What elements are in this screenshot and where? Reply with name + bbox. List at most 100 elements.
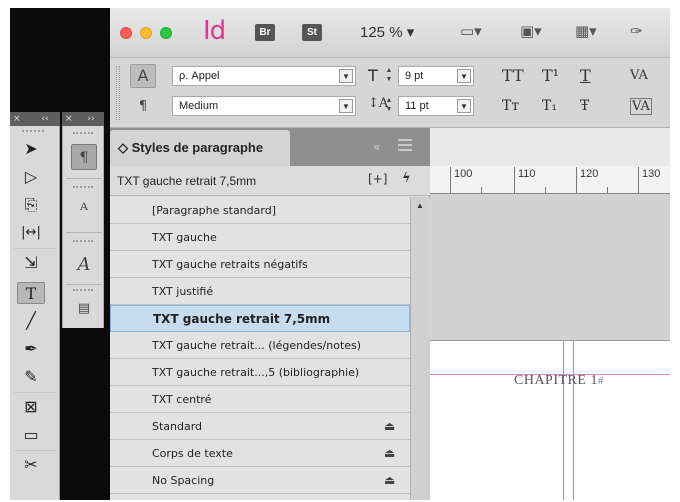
ruler-label: 120 [580,168,599,180]
all-caps-button[interactable]: TT [502,66,524,85]
strikethrough-button[interactable]: Ŧ [580,98,589,114]
expand-icon[interactable]: ‹‹ [41,114,48,124]
imported-style-icon: ⏏ [384,494,395,500]
style-name: TXT gauche [152,231,217,244]
font-size-field[interactable]: 9 pt ▼ [398,66,474,86]
indesign-window: Id Br St 125 % ▾ ▭▾ ▣▾ ▦▾ ✑ A ¶ ρ. Appel… [10,8,670,500]
list-item[interactable]: [Paragraphe standard] [110,197,410,224]
list-item[interactable]: TXT centré [110,386,410,413]
style-name: Standard [152,420,203,433]
arrange-documents-icon[interactable]: ▦▾ [575,22,597,42]
scroll-up-icon[interactable]: ▲ [416,201,424,210]
close-icon[interactable]: × [65,114,73,124]
paragraph-formatting-mode-button[interactable]: ¶ [130,96,156,120]
line-tool-icon[interactable]: ╱ [17,310,45,332]
pen-tool-icon[interactable]: ✒ [17,338,45,360]
font-style-field[interactable]: Medium ▼ [172,96,356,116]
window-zoom-button[interactable] [160,27,172,39]
list-item[interactable]: TXT gauche retrait...,5 (bibliographie) [110,359,410,386]
collapse-panel-icon[interactable]: « [373,140,380,154]
screen-mode-icon[interactable]: ▣▾ [520,22,542,42]
rectangle-frame-tool-icon[interactable]: ⊠ [17,396,45,418]
toolbox-header[interactable]: × ‹‹ [10,112,60,126]
list-item[interactable]: Standard ⏏ [110,413,410,440]
selection-tool-icon[interactable]: ➤ [17,138,45,160]
tracking-field[interactable]: VA [630,98,652,115]
style-name: TXT justifié [152,285,214,298]
content-collector-icon[interactable]: ⇲ [17,252,45,274]
scissors-tool-icon[interactable]: ✂ [17,454,45,476]
clear-overrides-icon[interactable]: ϟ [402,171,411,186]
character-styles-icon[interactable]: ᴬ [71,198,97,224]
toolbox-grip[interactable] [22,130,44,132]
glyphs-icon[interactable]: A [71,252,97,278]
document-tab-strip [430,128,670,166]
imported-style-icon: ⏏ [384,473,396,487]
chevron-down-icon[interactable]: ▼ [457,69,471,83]
kerning-field[interactable]: VA [630,68,648,83]
list-item[interactable]: TXT gauche retrait 7,5mm [110,305,410,332]
font-size-value: 9 pt [405,70,424,82]
tool-separator [14,450,56,451]
control-panel-grip[interactable] [116,66,120,120]
list-item[interactable]: Corps de texte ⏏ [110,440,410,467]
dock-grip[interactable] [73,186,93,188]
close-icon[interactable]: × [13,114,21,124]
view-options-icon[interactable]: ▭▾ [460,22,482,42]
style-name: Corps de texte [152,447,233,460]
bridge-button[interactable]: Br [255,24,275,41]
leading-stepper[interactable]: ▲ ▼ [384,96,394,116]
column-guide [563,340,564,500]
paragraph-styles-icon[interactable]: ¶ [71,144,97,170]
rectangle-tool-icon[interactable]: ▭ [17,424,45,446]
font-size-stepper[interactable]: ▲ ▼ [384,66,394,86]
small-caps-button[interactable]: Tт [502,98,519,114]
window-close-button[interactable] [120,27,132,39]
ruler-label: 130 [642,168,661,180]
style-name: TXT centré [152,393,212,406]
list-item[interactable]: No Spacing ⏏ [110,467,410,494]
tab-paragraph-styles[interactable]: ◇ Styles de paragraphe [110,130,290,166]
dock-grip[interactable] [73,240,93,242]
list-item[interactable]: TXT justifié [110,278,410,305]
chapter-heading-text[interactable]: CHAPITRE 1# [514,373,604,389]
list-item[interactable]: Sans interligne1⏏ [110,494,410,500]
panel-menu-icon[interactable] [398,139,412,154]
horizontal-ruler[interactable]: 100 110 120 130 [430,166,670,194]
list-item[interactable]: TXT gauche retrait... (légendes/notes) [110,332,410,359]
subscript-button[interactable]: T₁ [542,98,557,114]
gap-tool-icon[interactable]: |↔| [17,222,45,244]
type-tool-icon[interactable]: T [17,282,45,304]
pasteboard[interactable] [430,194,670,340]
window-minimize-button[interactable] [140,27,152,39]
control-panel: A ¶ ρ. Appel ▼ Medium ▼ 𝖳 ▲ ▼ 9 pt ▼ ↕A ▲… [110,58,670,128]
dock-grip[interactable] [73,289,93,291]
chevron-down-icon[interactable]: ▼ [457,99,471,113]
stock-button[interactable]: St [302,24,322,41]
pencil-tool-icon[interactable]: ✎ [17,366,45,388]
style-list-scrollbar[interactable]: ▲ [410,197,430,500]
chevron-down-icon[interactable]: ▼ [339,69,353,83]
document-page[interactable] [430,340,670,500]
styles-dock-header[interactable]: × ›› [62,112,104,126]
font-family-field[interactable]: ρ. Appel ▼ [172,66,356,86]
object-styles-icon[interactable]: ▤ [71,296,97,322]
ruler-tick [607,187,608,193]
list-item[interactable]: TXT gauche [110,224,410,251]
superscript-button[interactable]: T¹ [542,66,559,85]
zoom-level-dropdown[interactable]: 125 % ▾ [360,23,414,41]
style-name: [Paragraphe standard] [152,204,276,217]
page-tool-icon[interactable]: ⎘ [17,194,45,216]
leading-field[interactable]: 11 pt ▼ [398,96,474,116]
dock-grip[interactable] [73,132,93,134]
direct-selection-tool-icon[interactable]: ▷ [17,166,45,188]
chevron-down-icon[interactable]: ▼ [339,99,353,113]
style-name: TXT gauche retrait 7,5mm [153,312,331,326]
character-formatting-mode-button[interactable]: A [130,64,156,88]
ruler-label: 100 [454,168,473,180]
pen-brush-icon[interactable]: ✑ [630,22,643,42]
new-style-group-icon[interactable]: [+] [368,172,387,186]
expand-icon[interactable]: ›› [87,114,94,124]
underline-button[interactable]: T [580,66,591,85]
list-item[interactable]: TXT gauche retraits négatifs [110,251,410,278]
